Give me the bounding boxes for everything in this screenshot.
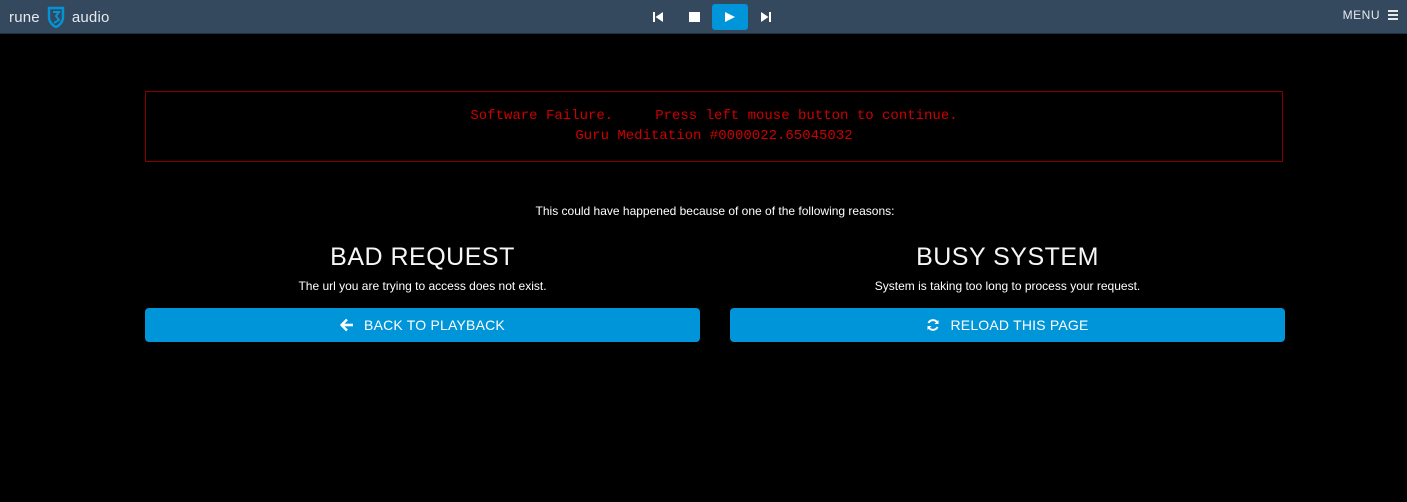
rune-logo-icon — [47, 6, 65, 28]
guru-meditation-box: Software Failure. Press left mouse butto… — [145, 91, 1283, 162]
guru-meditation-code: Guru Meditation #0000022.65045032 — [575, 128, 853, 144]
back-to-playback-button[interactable]: BACK TO PLAYBACK — [145, 308, 700, 342]
reason-description: The url you are trying to access does no… — [298, 279, 547, 293]
button-label: RELOAD THIS PAGE — [950, 317, 1089, 333]
play-icon — [725, 12, 735, 22]
next-button[interactable] — [748, 4, 784, 30]
reason-title: BAD REQUEST — [330, 243, 515, 271]
arrow-left-icon — [340, 318, 354, 332]
software-failure-text: Software Failure. Press left mouse butto… — [470, 108, 958, 124]
brand-text-rune: rune — [9, 8, 40, 26]
stop-button[interactable] — [676, 4, 712, 30]
skip-next-icon — [761, 12, 771, 22]
button-label: BACK TO PLAYBACK — [364, 317, 505, 333]
menu-button[interactable]: MENU — [1343, 8, 1398, 22]
playback-controls — [640, 4, 784, 30]
reason-description: System is taking too long to process you… — [874, 279, 1141, 293]
brand-text-audio: audio — [71, 8, 110, 26]
refresh-icon — [927, 319, 939, 331]
play-button[interactable] — [712, 4, 748, 30]
top-navbar: rune audio MENU — [0, 0, 1407, 34]
skip-previous-icon — [653, 12, 663, 22]
reason-bad-request: BAD REQUEST The url you are trying to ac… — [145, 240, 700, 342]
rune-audio-logo[interactable]: rune audio — [9, 6, 110, 28]
reason-title: BUSY SYSTEM — [916, 243, 1099, 271]
menu-label: MENU — [1342, 8, 1380, 22]
previous-button[interactable] — [640, 4, 676, 30]
reason-busy-system: BUSY SYSTEM System is taking too long to… — [730, 240, 1285, 342]
hamburger-icon — [1388, 8, 1398, 22]
stop-icon — [688, 12, 700, 22]
reload-page-button[interactable]: RELOAD THIS PAGE — [730, 308, 1285, 342]
reasons-intro-text: This could have happened because of one … — [535, 204, 895, 218]
